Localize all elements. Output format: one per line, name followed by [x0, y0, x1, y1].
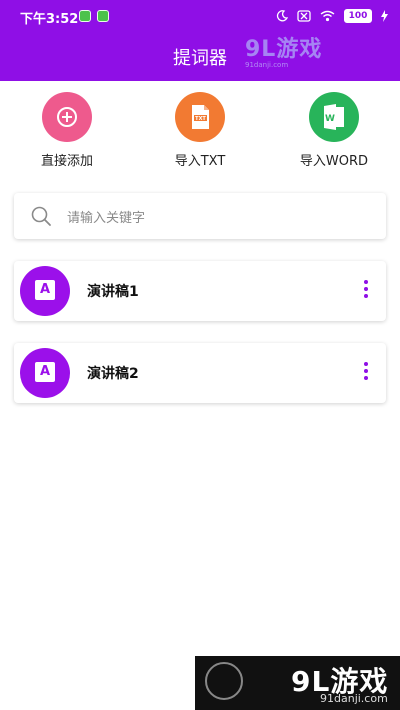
script-avatar: A — [20, 348, 70, 398]
quick-actions: 直接添加 TXT 导入TXT W 导入WORD — [0, 92, 400, 172]
moon-icon — [276, 10, 288, 22]
notification-icon — [97, 10, 109, 22]
svg-text:W: W — [325, 114, 335, 124]
watermark-circle-icon — [205, 662, 243, 700]
txt-file-icon: TXT — [175, 92, 225, 142]
search-icon — [31, 206, 51, 226]
import-word-button[interactable]: W 导入WORD — [279, 92, 389, 169]
script-list-item[interactable]: A 演讲稿2 — [14, 343, 386, 403]
import-txt-label: 导入TXT — [174, 154, 226, 169]
import-txt-button[interactable]: TXT 导入TXT — [145, 92, 255, 169]
page-title: 提词器 — [173, 48, 227, 69]
watermark-banner: 9L游戏 91danji.com — [195, 656, 400, 710]
search-bar[interactable]: 请输入关键字 — [14, 193, 386, 239]
watermark-logo: 9L游戏 91danji.com — [245, 31, 338, 69]
status-time: 下午3:52 — [20, 12, 79, 27]
search-input[interactable]: 请输入关键字 — [67, 207, 145, 226]
more-options-icon[interactable] — [362, 362, 370, 384]
watermark-url: 91danji.com — [320, 692, 388, 705]
script-letter-icon: A — [35, 362, 55, 382]
svg-text:TXT: TXT — [195, 116, 206, 122]
status-bar: 下午3:52 100 — [0, 0, 400, 34]
status-icons: 100 — [276, 9, 388, 23]
no-sim-icon — [297, 10, 311, 22]
word-file-icon: W — [309, 92, 359, 142]
add-direct-label: 直接添加 — [40, 154, 93, 169]
plus-icon — [42, 92, 92, 142]
import-word-label: 导入WORD — [299, 154, 369, 169]
script-list-item[interactable]: A 演讲稿1 — [14, 261, 386, 321]
app-header: 下午3:52 100 提词器 9L游戏 91danji.com — [0, 0, 400, 81]
script-title: 演讲稿2 — [87, 366, 139, 382]
charging-icon — [381, 10, 388, 22]
script-title: 演讲稿1 — [87, 284, 139, 300]
script-avatar: A — [20, 266, 70, 316]
more-options-icon[interactable] — [362, 280, 370, 302]
notification-icon — [79, 10, 91, 22]
battery-indicator: 100 — [344, 9, 372, 23]
add-direct-button[interactable]: 直接添加 — [12, 92, 122, 169]
script-letter-icon: A — [35, 280, 55, 300]
wifi-icon — [320, 10, 335, 22]
watermark-logo-text: 9L游戏 — [245, 37, 323, 62]
